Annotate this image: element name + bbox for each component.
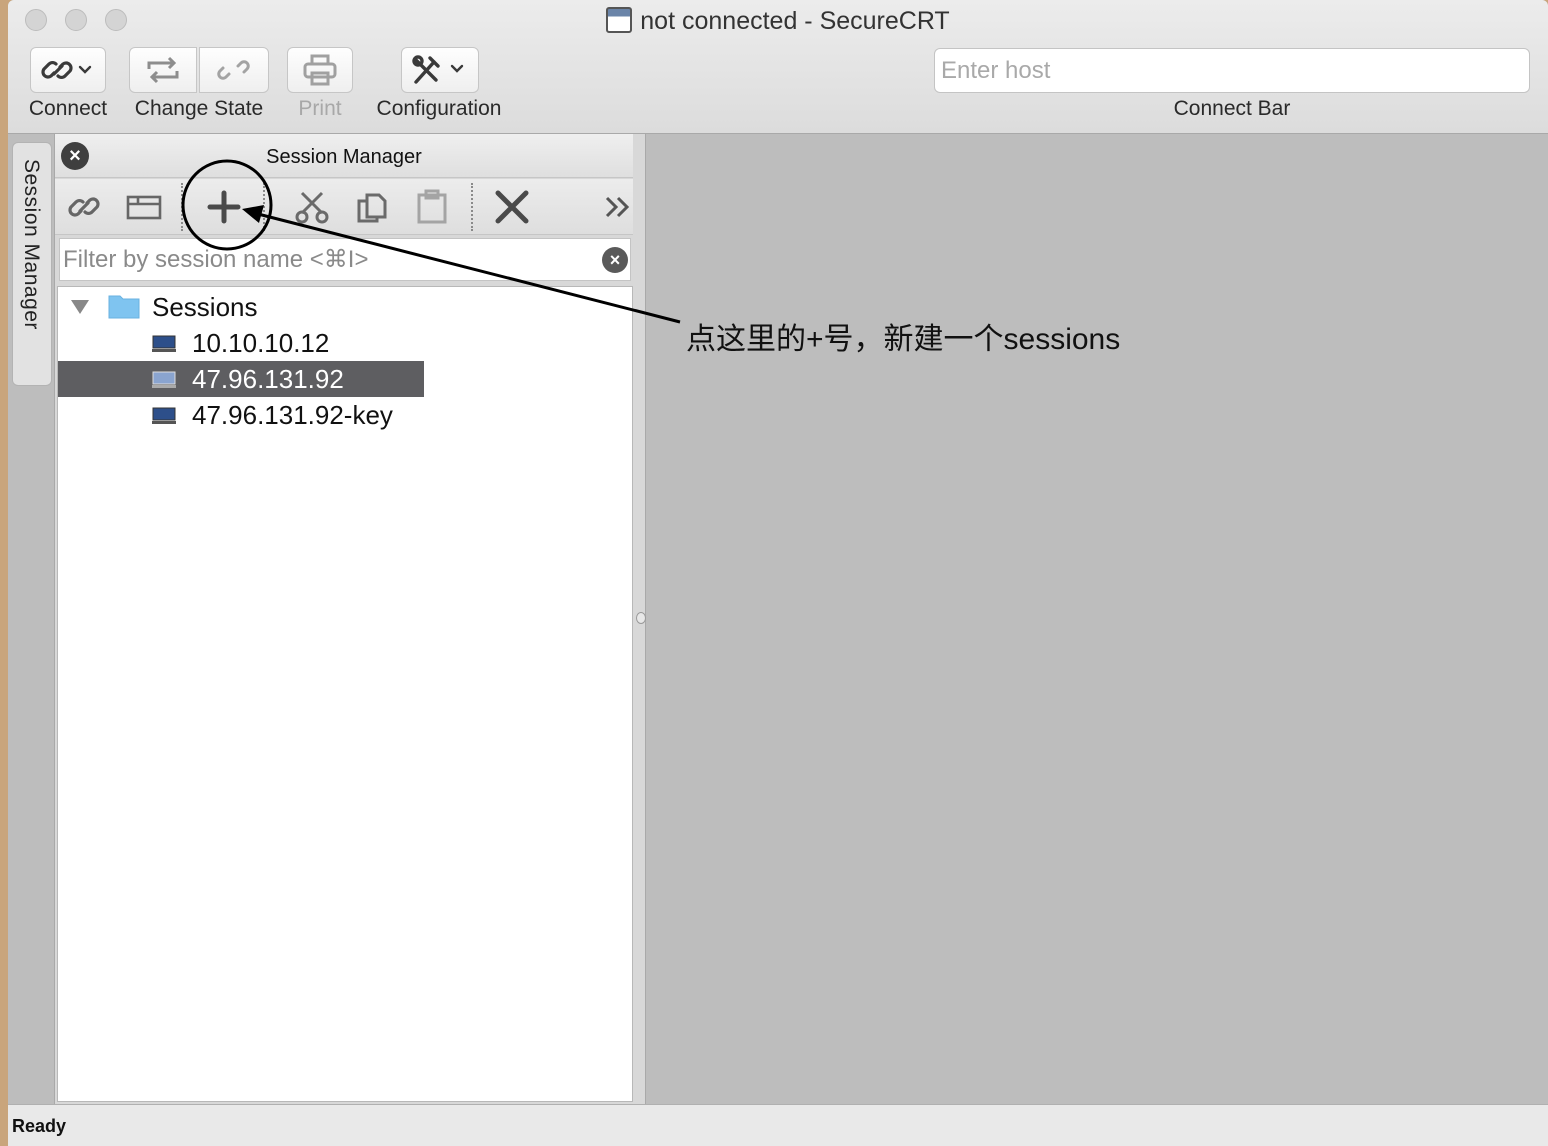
- window-title-text: not connected - SecureCRT: [640, 7, 950, 35]
- chevron-double-right-icon: [605, 196, 630, 218]
- session-manager-side-tab[interactable]: Session Manager: [12, 142, 52, 386]
- toolbar-separator: [263, 183, 265, 231]
- print-button[interactable]: [287, 47, 353, 93]
- broken-link-icon: [217, 60, 250, 80]
- tree-folder-label: Sessions: [152, 292, 258, 322]
- terminal-session-icon: [152, 371, 176, 388]
- connect-bar-host-input[interactable]: [934, 48, 1530, 93]
- annotation-text: 点这里的+号，新建一个sessions: [686, 323, 1121, 356]
- connect-session-button[interactable]: [61, 185, 107, 229]
- copy-icon: [357, 193, 387, 223]
- printer-icon: [303, 54, 337, 86]
- disconnect-button[interactable]: [199, 47, 269, 93]
- link-icon: [68, 197, 100, 217]
- clear-filter-icon[interactable]: ×: [602, 247, 628, 273]
- change-state-label: Change State: [134, 97, 264, 120]
- status-text: Ready: [12, 1116, 67, 1136]
- session-manager-title: Session Manager: [266, 146, 422, 168]
- delete-x-icon: [495, 190, 529, 224]
- session-tree: Sessions 10.10.10.12 47.96.131.92 47.96.…: [57, 286, 633, 1102]
- tree-session-item[interactable]: 47.96.131.92-key: [58, 397, 618, 433]
- print-label: Print: [298, 97, 342, 120]
- connect-button[interactable]: [30, 47, 106, 93]
- reconnect-icon: [147, 56, 179, 84]
- reconnect-button[interactable]: [129, 47, 197, 93]
- status-bar: Ready: [8, 1104, 1548, 1146]
- terminal-session-icon: [152, 335, 176, 352]
- new-session-button[interactable]: [201, 185, 247, 229]
- configuration-label: Configuration: [376, 97, 502, 120]
- cut-button[interactable]: [289, 185, 335, 229]
- connect-in-tab-button[interactable]: [121, 185, 167, 229]
- clipboard-icon: [417, 189, 447, 224]
- tab-window-icon: [126, 195, 162, 220]
- tree-session-item[interactable]: 10.10.10.12: [58, 325, 618, 361]
- more-tools-button[interactable]: [595, 185, 641, 229]
- panel-splitter-handle[interactable]: [636, 612, 646, 624]
- window-title: not connected - SecureCRT: [8, 6, 1548, 36]
- link-dropdown-icon: [41, 61, 92, 79]
- tree-folder-sessions[interactable]: Sessions: [58, 289, 618, 325]
- connect-bar-label: Connect Bar: [1173, 97, 1291, 120]
- scissors-icon: [295, 191, 329, 224]
- tree-session-item-selected[interactable]: 47.96.131.92: [58, 361, 424, 397]
- toolbar-separator: [181, 183, 183, 231]
- session-item-label: 47.96.131.92: [192, 364, 344, 394]
- session-item-label: 10.10.10.12: [192, 328, 330, 358]
- session-manager-panel: × Session Manager Filter by session name…: [54, 134, 646, 1106]
- terminal-session-icon: [152, 407, 176, 424]
- session-manager-toolbar: [55, 179, 633, 235]
- toolbar-separator: [471, 183, 473, 231]
- connect-label: Connect: [28, 97, 108, 120]
- session-manager-titlebar: × Session Manager: [55, 134, 633, 178]
- side-tab-label: Session Manager: [20, 159, 43, 330]
- copy-button[interactable]: [349, 185, 395, 229]
- change-state-group: [129, 47, 269, 93]
- tools-dropdown-icon: [412, 55, 464, 84]
- app-icon: [606, 7, 633, 33]
- folder-icon: [108, 295, 140, 319]
- disclosure-triangle-icon[interactable]: [70, 299, 90, 315]
- session-item-label: 47.96.131.92-key: [192, 400, 393, 430]
- paste-button[interactable]: [409, 185, 455, 229]
- title-toolbar-area: not connected - SecureCRT Connect Change…: [8, 0, 1548, 134]
- app-window: not connected - SecureCRT Connect Change…: [8, 0, 1548, 1146]
- plus-icon: [207, 190, 241, 224]
- session-filter-input[interactable]: [60, 239, 595, 280]
- configuration-button[interactable]: [401, 47, 479, 93]
- delete-button[interactable]: [489, 185, 535, 229]
- session-filter-field: ×: [59, 238, 631, 281]
